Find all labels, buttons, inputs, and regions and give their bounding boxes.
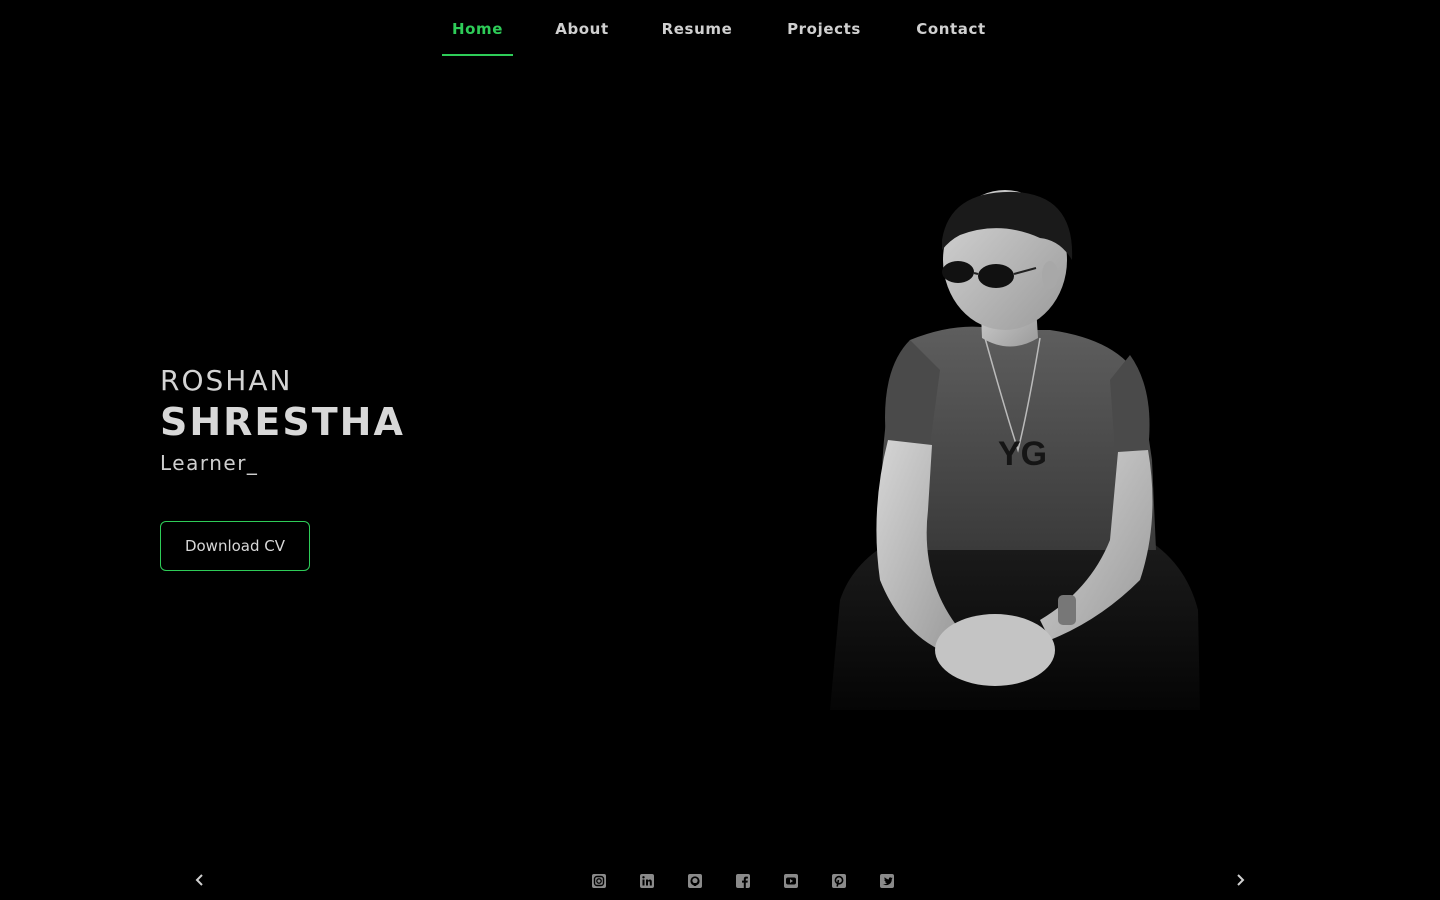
hero-first-name: ROSHAN: [160, 364, 293, 397]
nav-about[interactable]: About: [548, 20, 616, 56]
nav-resume[interactable]: Resume: [652, 20, 742, 56]
hero-last-name: SHRESTHA: [160, 400, 405, 444]
linkedin-icon[interactable]: [636, 870, 658, 892]
hero-role-typing: Learner_: [160, 451, 259, 475]
nav-contact[interactable]: Contact: [906, 20, 996, 56]
youtube-icon[interactable]: [780, 870, 802, 892]
svg-text:YG: YG: [998, 435, 1047, 473]
nav-home[interactable]: Home: [442, 20, 513, 56]
facebook-icon[interactable]: [732, 870, 754, 892]
profile-photo: YG: [830, 190, 1200, 710]
main-nav: Home About Resume Projects Contact: [0, 0, 1440, 60]
github-icon[interactable]: [684, 870, 706, 892]
pinterest-icon[interactable]: [828, 870, 850, 892]
twitter-icon[interactable]: [876, 870, 898, 892]
download-cv-button[interactable]: Download CV: [160, 521, 310, 571]
chevron-right-icon[interactable]: [1226, 866, 1254, 894]
chevron-left-icon[interactable]: [186, 866, 214, 894]
nav-projects[interactable]: Projects: [776, 20, 872, 56]
instagram-icon[interactable]: [588, 870, 610, 892]
